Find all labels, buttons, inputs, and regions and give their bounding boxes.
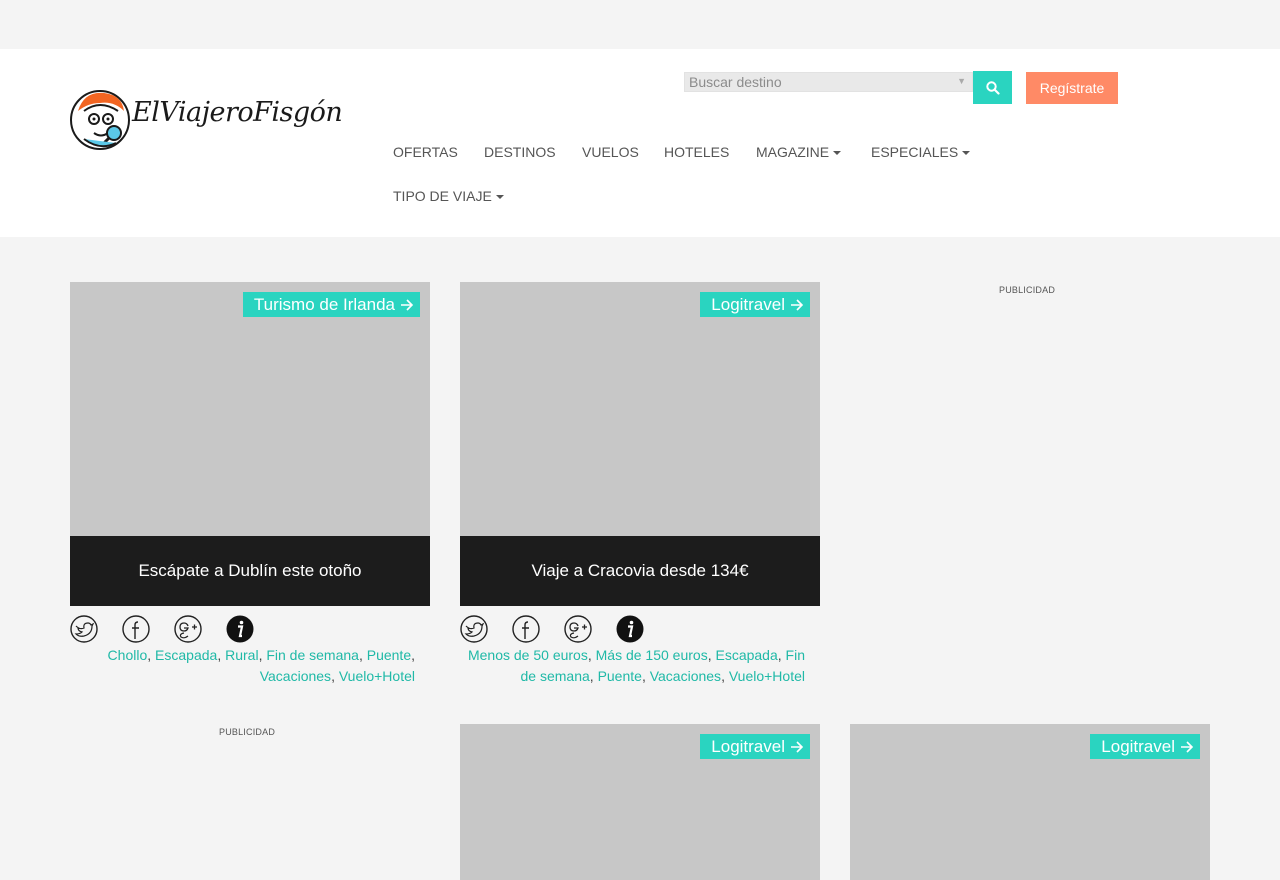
offer-card[interactable]: Turismo de Irlanda Escápate a Dublín est… <box>70 282 430 606</box>
provider-tag-label: Logitravel <box>1101 736 1175 756</box>
arrow-right-icon <box>400 298 414 312</box>
tag-link[interactable]: Vacaciones <box>650 668 721 684</box>
nav-especiales[interactable]: ESPECIALES <box>871 144 971 160</box>
search-button[interactable] <box>973 71 1012 104</box>
offer-title[interactable]: Viaje a Cracovia desde 134€ <box>460 536 820 606</box>
nav-destinos[interactable]: DESTINOS <box>484 144 556 160</box>
info-icon[interactable] <box>616 615 644 643</box>
ad-label: PUBLICIDAD <box>219 727 276 737</box>
tag-link[interactable]: Fin de semana <box>266 647 359 663</box>
nav-tipo-de-viaje-label: TIPO DE VIAJE <box>393 188 492 204</box>
site-logo[interactable]: ElViajeroFisgón <box>70 89 343 151</box>
offer-image[interactable]: Turismo de Irlanda Escápate a Dublín est… <box>70 282 430 606</box>
provider-tag[interactable]: Logitravel <box>700 292 810 317</box>
offer-tags: Menos de 50 euros, Más de 150 euros, Esc… <box>467 647 805 684</box>
nav-vuelos[interactable]: VUELOS <box>582 144 639 160</box>
share-bar <box>70 615 278 645</box>
destination-search[interactable]: ▼ <box>684 72 973 92</box>
facebook-icon[interactable] <box>512 615 540 643</box>
logo-wordmark: ElViajeroFisgón <box>132 97 343 128</box>
provider-tag[interactable]: Logitravel <box>700 734 810 759</box>
tag-link[interactable]: Escapada <box>715 647 777 663</box>
tag-link[interactable]: Chollo <box>108 647 148 663</box>
info-icon[interactable] <box>226 615 254 643</box>
traveler-mascot-icon <box>70 90 130 150</box>
caret-down-icon <box>962 151 971 156</box>
tag-link[interactable]: Vuelo+Hotel <box>339 668 415 684</box>
offer-image[interactable]: Logitravel Viaje a Cracovia desde 134€ <box>460 282 820 606</box>
offer-card[interactable]: Logitravel Viaje a Cracovia desde 134€ <box>460 282 820 606</box>
nav-magazine-label: MAGAZINE <box>756 144 830 160</box>
provider-tag-label: Turismo de Irlanda <box>253 294 395 314</box>
nav-especiales-label: ESPECIALES <box>871 144 959 160</box>
ad-label: PUBLICIDAD <box>999 285 1056 295</box>
offer-title[interactable]: Escápate a Dublín este otoño <box>70 536 430 606</box>
tag-link[interactable]: Menos de 50 euros <box>468 647 588 663</box>
search-input[interactable] <box>689 74 951 90</box>
arrow-right-icon <box>790 298 804 312</box>
provider-tag-label: Logitravel <box>711 736 785 756</box>
google-plus-icon[interactable] <box>174 615 202 643</box>
offer-tags: Chollo, Escapada, Rural, Fin de semana, … <box>107 647 415 684</box>
register-button[interactable]: Regístrate <box>1026 72 1118 104</box>
provider-tag-label: Logitravel <box>711 294 785 314</box>
top-ad-band <box>0 0 1280 49</box>
dropdown-arrow-icon: ▼ <box>957 76 966 86</box>
twitter-icon[interactable] <box>460 615 488 643</box>
caret-down-icon <box>495 195 504 200</box>
tag-link[interactable]: Escapada <box>155 647 217 663</box>
tag-link[interactable]: Vacaciones <box>260 668 331 684</box>
caret-down-icon <box>833 151 842 156</box>
facebook-icon[interactable] <box>122 615 150 643</box>
provider-tag[interactable]: Logitravel <box>1090 734 1200 759</box>
tag-link[interactable]: Vuelo+Hotel <box>729 668 805 684</box>
share-bar <box>460 615 668 645</box>
tag-link[interactable]: Puente <box>367 647 411 663</box>
twitter-icon[interactable] <box>70 615 98 643</box>
provider-tag[interactable]: Turismo de Irlanda <box>242 292 420 317</box>
tag-link[interactable]: Puente <box>598 668 642 684</box>
nav-tipo-de-viaje[interactable]: TIPO DE VIAJE <box>393 188 504 204</box>
offer-image[interactable]: Logitravel <box>460 724 820 880</box>
offer-image[interactable]: Logitravel <box>850 724 1210 880</box>
nav-hoteles[interactable]: HOTELES <box>664 144 729 160</box>
nav-ofertas[interactable]: OFERTAS <box>393 144 458 160</box>
tag-link[interactable]: Rural <box>225 647 258 663</box>
arrow-right-icon <box>790 740 804 754</box>
arrow-right-icon <box>1180 740 1194 754</box>
tag-link[interactable]: Más de 150 euros <box>596 647 708 663</box>
search-icon <box>985 80 1000 95</box>
google-plus-icon[interactable] <box>564 615 592 643</box>
nav-magazine[interactable]: MAGAZINE <box>756 144 842 160</box>
